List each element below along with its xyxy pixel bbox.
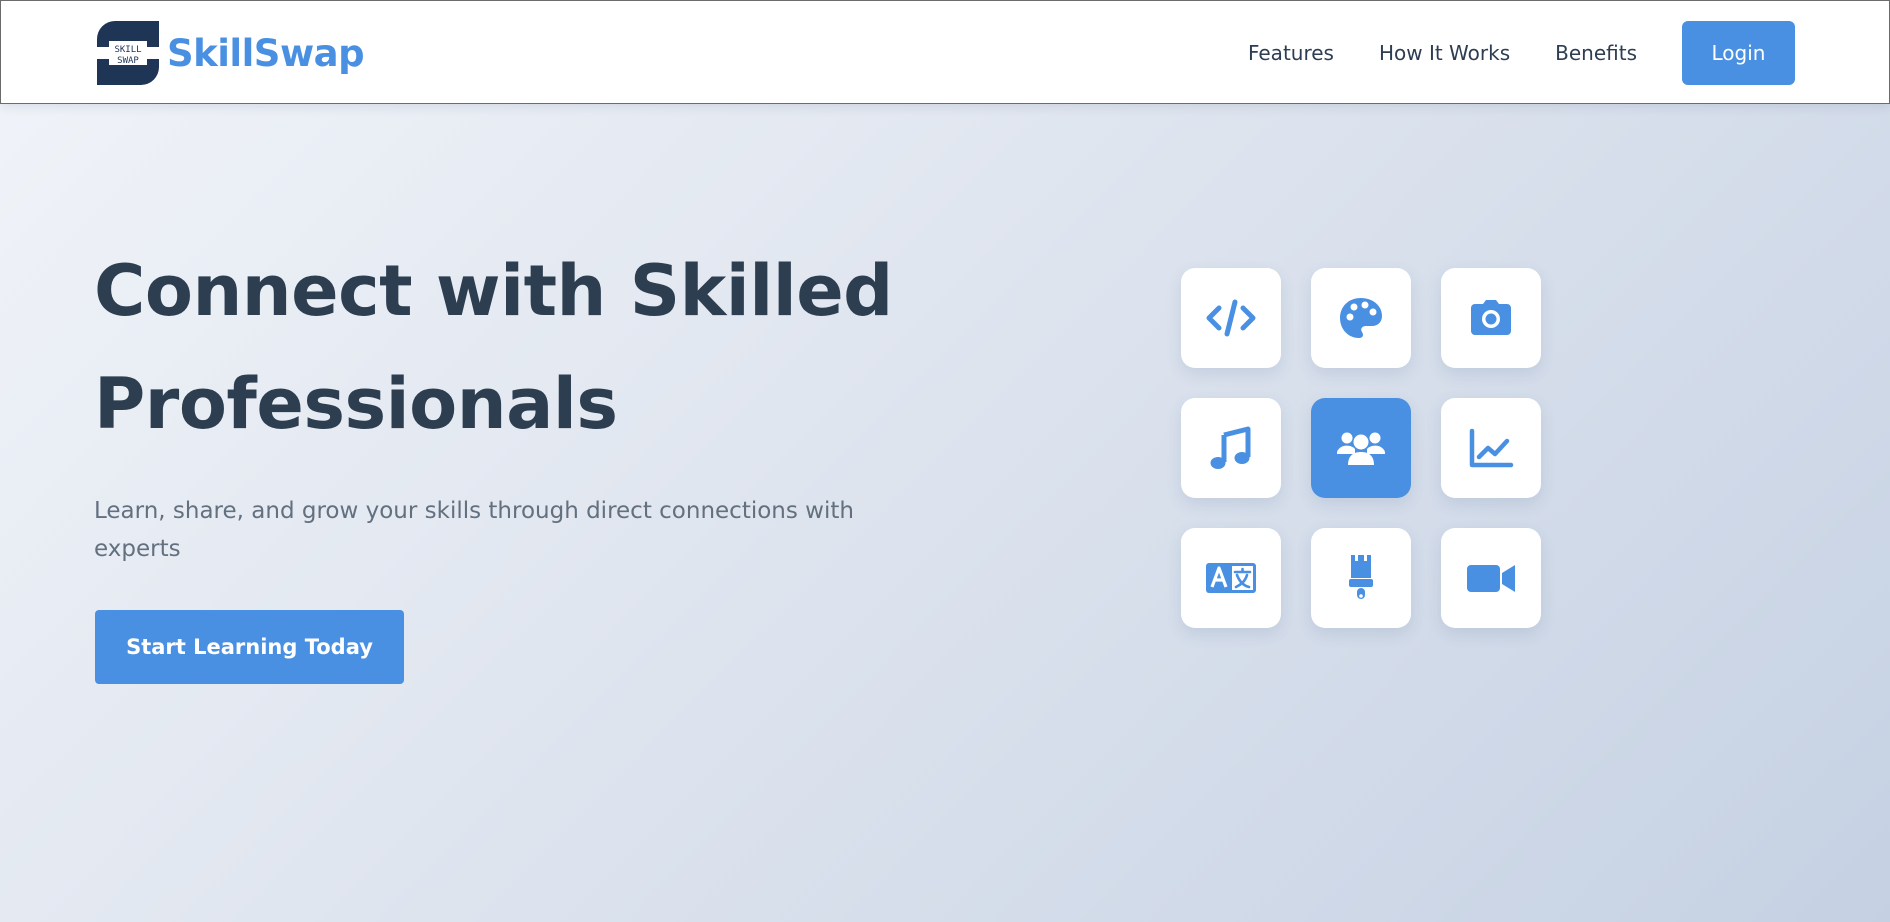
skill-tile-video[interactable] xyxy=(1441,528,1541,628)
hero-title-line-1: Connect with Skilled xyxy=(94,250,893,332)
nav-links: Features How It Works Benefits Login xyxy=(1248,21,1795,85)
skill-tile-community[interactable] xyxy=(1311,398,1411,498)
skill-tile-music[interactable] xyxy=(1181,398,1281,498)
nav-link-how-it-works[interactable]: How It Works xyxy=(1379,41,1510,65)
skill-tile-craft[interactable] xyxy=(1311,528,1411,628)
users-icon xyxy=(1337,432,1385,465)
nav-link-features[interactable]: Features xyxy=(1248,41,1334,65)
nav-link-benefits[interactable]: Benefits xyxy=(1555,41,1637,65)
skill-tile-language[interactable] xyxy=(1181,528,1281,628)
navbar: SKILL SWAP SkillSwap Features How It Wor… xyxy=(0,0,1890,104)
code-icon xyxy=(1206,299,1256,337)
logo-mark: SKILL SWAP xyxy=(97,21,159,85)
login-button[interactable]: Login xyxy=(1682,21,1795,85)
camera-icon xyxy=(1471,300,1511,335)
skill-tile-camera[interactable] xyxy=(1441,268,1541,368)
paintbrush-icon xyxy=(1349,555,1373,599)
palette-icon xyxy=(1340,298,1382,338)
svg-text:SWAP: SWAP xyxy=(117,56,139,66)
skill-tile-analytics[interactable] xyxy=(1441,398,1541,498)
skill-tile-code[interactable] xyxy=(1181,268,1281,368)
svg-text:SKILL: SKILL xyxy=(114,45,141,55)
skill-icon-grid xyxy=(1181,268,1541,628)
hero-subtitle: Learn, share, and grow your skills throu… xyxy=(94,498,854,562)
chart-line-icon xyxy=(1469,428,1514,468)
music-icon xyxy=(1210,426,1251,469)
skill-tile-palette[interactable] xyxy=(1311,268,1411,368)
hero-title: Connect with Skilled Professionals xyxy=(94,235,994,461)
logo-link[interactable]: SKILL SWAP SkillSwap xyxy=(97,21,365,85)
language-icon xyxy=(1206,563,1256,593)
brand-name: SkillSwap xyxy=(167,31,365,75)
hero-title-line-2: Professionals xyxy=(94,363,618,445)
video-icon xyxy=(1467,565,1515,592)
start-learning-button[interactable]: Start Learning Today xyxy=(95,610,404,684)
